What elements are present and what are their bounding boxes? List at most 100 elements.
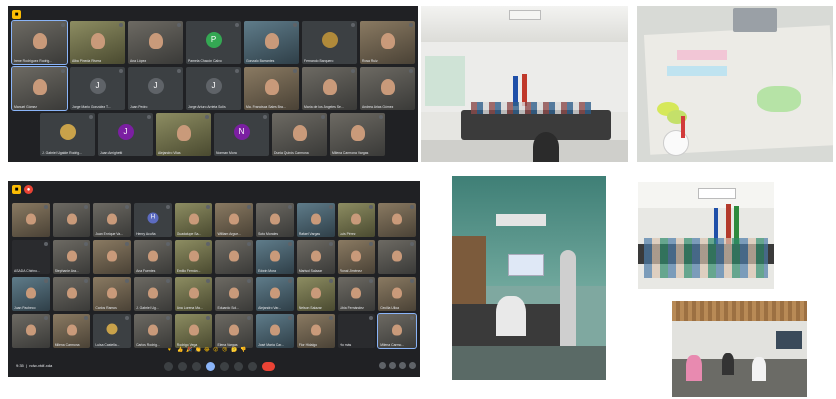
projection-screen xyxy=(508,254,544,276)
participant-tile[interactable]: ASADA Chirino... xyxy=(12,240,50,274)
participant-tile[interactable]: J Jorge Mario González T... xyxy=(70,67,125,110)
reaction-emoji[interactable]: 🤔 xyxy=(231,347,237,353)
participant-tile[interactable]: Irene Rodríguez Rodrig... xyxy=(11,20,68,65)
participant-tile[interactable]: Carlos Ramos xyxy=(93,277,132,311)
participant-tile[interactable]: Luis Pérez xyxy=(337,203,376,237)
mic-status-icon xyxy=(84,316,89,320)
participant-name: Alba Pineda Rivera xyxy=(72,59,102,63)
participant-tile[interactable]: J Juan Pedro xyxy=(128,67,183,110)
more-options-button[interactable] xyxy=(248,362,257,371)
standing-presenter xyxy=(560,250,576,350)
participant-tile[interactable]: Alejandro Vilas xyxy=(156,113,211,156)
participant-tile[interactable]: Ana López xyxy=(128,21,183,64)
participant-tile[interactable]: J Juan Amighetti xyxy=(98,113,153,156)
participant-tile[interactable]: Guadalupe Sa... xyxy=(174,203,213,237)
participant-tile[interactable]: Alejandro Var... xyxy=(256,277,294,311)
participant-name: Andrea Arias Gómez xyxy=(362,105,394,109)
reaction-emoji[interactable]: 👎 xyxy=(240,347,246,353)
participant-tile[interactable] xyxy=(12,314,50,348)
participant-tile[interactable]: Milena Carmo... xyxy=(377,313,417,349)
reaction-emoji[interactable]: 👏 xyxy=(195,347,201,353)
participant-tile[interactable]: Elena Vargas xyxy=(215,314,254,348)
participant-tile[interactable]: Emilio Fernán... xyxy=(174,240,213,274)
participant-video xyxy=(66,287,77,299)
participant-tile[interactable]: Dunia Quirós Carmona xyxy=(272,113,327,156)
meeting-room-flags-photo xyxy=(638,182,774,289)
participant-tile[interactable] xyxy=(52,203,91,237)
participant-tile[interactable]: Ho más xyxy=(337,314,376,348)
participant-tile[interactable]: Ma. Francisca Sales Bra... xyxy=(244,67,299,110)
participant-tile[interactable]: Stephanie Ara... xyxy=(52,240,91,274)
participant-tile[interactable]: Ronal Jiménez xyxy=(337,240,376,274)
participant-tile[interactable]: María de los Ángeles Se... xyxy=(302,67,357,110)
mic-status-icon xyxy=(206,205,211,209)
participant-tile[interactable]: Ana Lorena Ma... xyxy=(174,277,213,311)
participant-tile[interactable]: H Henry Acuña xyxy=(134,203,172,237)
participant-video xyxy=(310,250,321,262)
participant-tile[interactable]: Andrea Arias Gómez xyxy=(360,67,415,110)
mic-button[interactable] xyxy=(164,362,173,371)
raise-hand-button[interactable] xyxy=(234,362,243,371)
participant-tile[interactable] xyxy=(215,240,254,274)
reaction-emoji[interactable]: 🎉 xyxy=(186,347,192,353)
participant-tile[interactable]: J. Gabriel Ug... xyxy=(134,277,172,311)
participant-tile[interactable]: José María Car... xyxy=(256,314,294,348)
participant-name: Stephanie Ara... xyxy=(54,269,79,273)
participant-tile[interactable]: J Jorge Arturo Arrieta Solís xyxy=(186,67,241,110)
participant-tile[interactable]: Flor Hidalgo xyxy=(296,314,335,348)
participant-tile[interactable]: Edwin Mora xyxy=(256,240,294,274)
present-button[interactable] xyxy=(220,362,229,371)
workshop-paper-photo xyxy=(637,6,833,162)
participant-tile[interactable]: Gonzalo Barrantes xyxy=(244,21,299,64)
participant-tile[interactable]: Eduardo Sol... xyxy=(215,277,254,311)
participant-tile[interactable]: Carlos Rodríg... xyxy=(134,314,172,348)
participant-tile[interactable]: Cecilia Ulloa xyxy=(378,277,416,311)
participant-tile[interactable]: Milena Carmona xyxy=(52,314,91,348)
reaction-emoji[interactable]: 👍 xyxy=(177,347,183,353)
participant-tile[interactable]: Rafael Vargas xyxy=(296,203,335,237)
participant-tile[interactable]: Ana Fuentes xyxy=(134,240,172,274)
participant-video xyxy=(147,287,158,299)
camera-button[interactable] xyxy=(178,362,187,371)
activities-icon[interactable] xyxy=(409,362,416,369)
reaction-emoji[interactable]: 😂 xyxy=(204,347,210,353)
participant-tile[interactable]: Alba Pineda Rivera xyxy=(70,21,125,64)
seated-person xyxy=(496,296,526,336)
captions-button[interactable] xyxy=(192,362,201,371)
participant-tile[interactable]: Marisol Salazar xyxy=(296,240,335,274)
mic-status-icon xyxy=(84,242,89,246)
participant-tile[interactable]: William Argue... xyxy=(215,203,254,237)
participant-tile[interactable] xyxy=(12,203,50,237)
participant-tile[interactable] xyxy=(52,277,91,311)
info-icon[interactable] xyxy=(379,362,386,369)
participant-tile[interactable]: Fernando Barquero xyxy=(302,21,357,64)
leave-call-button[interactable] xyxy=(262,362,275,371)
participant-tile[interactable]: Milena Carmona Vargas xyxy=(330,113,385,156)
reaction-emoji[interactable]: ♥ xyxy=(168,347,171,353)
participant-tile[interactable]: Manuel Gómez xyxy=(11,66,68,111)
participant-name: Jorge Arturo Arrieta Solís xyxy=(188,105,226,109)
participant-tile[interactable]: Libia Fernández xyxy=(337,277,376,311)
mic-status-icon xyxy=(328,316,333,320)
chat-icon[interactable] xyxy=(399,362,406,369)
participant-tile[interactable] xyxy=(93,240,132,274)
participant-tile[interactable] xyxy=(378,203,416,237)
participant-tile[interactable]: J. Gabriel Ugalde Rodrig... xyxy=(40,113,95,156)
participant-tile[interactable]: Rodrigo Vega xyxy=(174,314,213,348)
participant-video xyxy=(66,250,77,262)
participant-tile[interactable]: P Pamela Chacón Calvo xyxy=(186,21,241,64)
wall-screen xyxy=(776,331,802,349)
emoji-button[interactable] xyxy=(206,362,215,371)
participant-tile[interactable] xyxy=(378,240,416,274)
participant-tile[interactable]: Rosa Ruiz xyxy=(360,21,415,64)
participant-tile[interactable]: Soto Morales xyxy=(256,203,294,237)
mic-status-icon xyxy=(369,242,374,246)
reaction-emoji[interactable]: 😢 xyxy=(222,347,227,353)
reaction-emoji[interactable]: 😮 xyxy=(213,347,218,353)
participant-tile[interactable]: Nelson Salazar xyxy=(296,277,335,311)
people-icon[interactable] xyxy=(389,362,396,369)
participant-tile[interactable]: Luisa Castella... xyxy=(93,314,132,348)
participant-tile[interactable]: Juan Enrique Va... xyxy=(93,203,132,237)
participant-tile[interactable]: N Norman Mora xyxy=(214,113,269,156)
participant-tile[interactable]: Juan Pacheco xyxy=(12,277,50,311)
